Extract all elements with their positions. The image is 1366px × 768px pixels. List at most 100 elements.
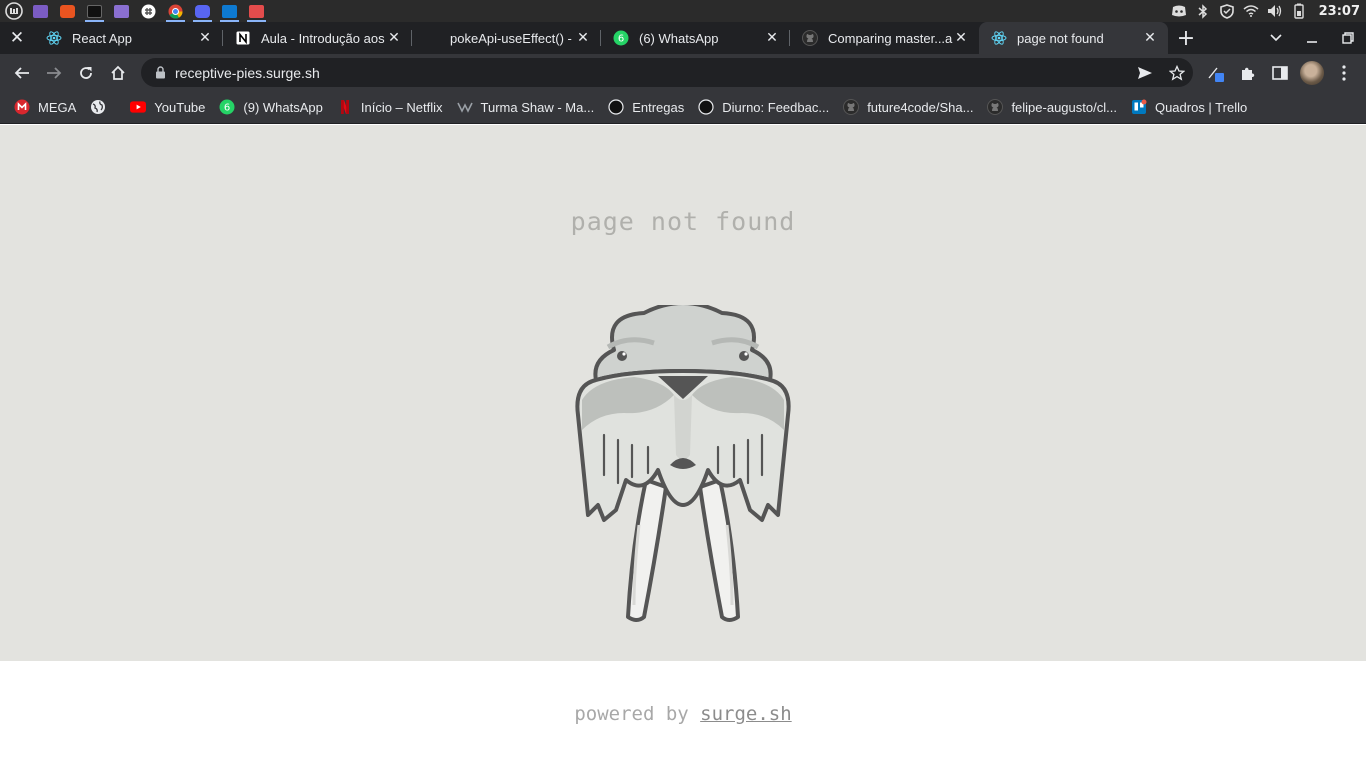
bookmark-label: Entregas <box>632 99 685 115</box>
home-button[interactable] <box>102 57 134 89</box>
tab-github-compare[interactable]: Comparing master...a ✕ <box>790 22 979 54</box>
globe-icon <box>90 99 106 115</box>
react-icon <box>46 30 62 46</box>
close-icon[interactable]: ✕ <box>0 22 34 54</box>
profile-avatar[interactable] <box>1296 57 1328 89</box>
tab-close-icon[interactable]: ✕ <box>1142 30 1158 46</box>
bookmark-felipe-augusto[interactable]: felipe-augusto/cl... <box>981 93 1123 121</box>
volume-icon[interactable] <box>1267 3 1283 19</box>
send-icon[interactable] <box>1129 58 1161 87</box>
tab-title: Comparing master...a <box>828 30 953 46</box>
bookmark-youtube[interactable]: YouTube <box>124 93 211 121</box>
window-controls <box>1258 22 1366 54</box>
circle-icon <box>608 99 624 115</box>
extension-icon[interactable] <box>1200 57 1232 89</box>
extensions-puzzle-icon[interactable] <box>1232 57 1264 89</box>
trello-icon <box>1131 99 1147 115</box>
restore-icon[interactable] <box>1330 22 1366 54</box>
system-tray: 23:07 <box>1171 0 1360 22</box>
toolbar-actions <box>1200 54 1360 91</box>
svg-text:6: 6 <box>224 103 230 114</box>
gaming-icon[interactable] <box>243 0 270 22</box>
walrus-illustration <box>575 305 791 622</box>
discord-icon[interactable] <box>189 0 216 22</box>
tab-title: (6) WhatsApp <box>639 30 719 46</box>
page-footer: powered by surge.sh <box>0 661 1366 768</box>
bookmark-label: Diurno: Feedbac... <box>722 99 830 115</box>
bookmark-label: Turma Shaw - Ma... <box>480 99 595 115</box>
netflix-icon <box>337 99 353 115</box>
wifi-icon[interactable] <box>1243 3 1259 19</box>
os-top-panel: 23:07 <box>0 0 1366 22</box>
tab-close-icon[interactable]: ✕ <box>386 30 402 46</box>
folder-icon[interactable] <box>108 0 135 22</box>
page-title: page not found <box>570 207 796 236</box>
back-button[interactable] <box>6 57 38 89</box>
files-icon[interactable] <box>27 0 54 22</box>
bookmarks-bar: MEGA YouTube 6 (9) WhatsApp Início – Net… <box>0 91 1366 124</box>
web-page: page not found powered by surge.sh <box>0 125 1366 768</box>
tab-notion-aula[interactable]: Aula - Introdução aos ✕ <box>223 22 412 54</box>
shield-icon[interactable] <box>1219 3 1235 19</box>
tab-react-app[interactable]: React App ✕ <box>34 22 223 54</box>
bookmark-label: Início – Netflix <box>360 99 443 115</box>
bookmark-label: future4code/Sha... <box>867 99 974 115</box>
clock[interactable]: 23:07 <box>1319 4 1360 19</box>
tab-close-icon[interactable]: ✕ <box>197 30 213 46</box>
tab-close-icon[interactable]: ✕ <box>575 30 591 46</box>
labenu-icon <box>456 99 473 115</box>
tab-title: page not found <box>1017 30 1104 46</box>
tab-page-not-found[interactable]: page not found ✕ <box>979 22 1168 54</box>
tab-strip: ✕ React App ✕ Aula - Introdução aos ✕ po… <box>0 22 1366 54</box>
new-tab-button[interactable]: + <box>1168 22 1204 54</box>
chrome-icon[interactable] <box>162 0 189 22</box>
lock-icon[interactable] <box>153 66 167 80</box>
powered-by-text: powered by surge.sh <box>0 703 1366 725</box>
forward-button[interactable] <box>38 57 70 89</box>
tab-close-icon[interactable]: ✕ <box>764 30 780 46</box>
tab-close-icon[interactable]: ✕ <box>953 30 969 46</box>
terminal-icon[interactable] <box>81 0 108 22</box>
bookmark-globe[interactable] <box>84 93 122 121</box>
bookmark-entregas[interactable]: Entregas <box>602 93 690 121</box>
svg-text:6: 6 <box>618 34 624 45</box>
surge-link[interactable]: surge.sh <box>700 703 792 725</box>
tab-title: pokeApi-useEffect() - <box>450 30 572 46</box>
github-icon <box>802 30 818 46</box>
tab-pokeapi[interactable]: pokeApi-useEffect() - ✕ <box>412 22 601 54</box>
circle-icon <box>698 99 714 115</box>
bookmark-star-icon[interactable] <box>1161 58 1193 87</box>
bookmark-whatsapp[interactable]: 6 (9) WhatsApp <box>213 93 328 121</box>
notion-icon <box>235 30 251 46</box>
tab-whatsapp[interactable]: 6 (6) WhatsApp ✕ <box>601 22 790 54</box>
address-bar[interactable]: receptive-pies.surge.sh <box>141 58 1193 87</box>
browser-toolbar: receptive-pies.surge.sh <box>0 54 1366 91</box>
slack-icon[interactable] <box>135 0 162 22</box>
battery-icon[interactable] <box>1291 3 1307 19</box>
reload-button[interactable] <box>70 57 102 89</box>
bookmark-turma-shaw[interactable]: Turma Shaw - Ma... <box>451 93 601 121</box>
github-icon <box>843 99 860 115</box>
mega-icon <box>14 99 30 115</box>
powered-by-label: powered by <box>574 703 701 725</box>
minimize-icon[interactable] <box>1294 22 1330 54</box>
bookmark-diurno-feedback[interactable]: Diurno: Feedbac... <box>692 93 835 121</box>
bookmark-label: MEGA <box>38 99 77 115</box>
bookmark-label: Quadros | Trello <box>1154 99 1248 115</box>
react-icon <box>991 30 1007 46</box>
bluetooth-icon[interactable] <box>1195 3 1211 19</box>
vscode-icon[interactable] <box>216 0 243 22</box>
tab-search-icon[interactable] <box>1258 22 1294 54</box>
bookmark-future4code[interactable]: future4code/Sha... <box>837 93 979 121</box>
more-menu-icon[interactable] <box>1328 57 1360 89</box>
not-found-panel: page not found <box>0 125 1366 661</box>
side-panel-icon[interactable] <box>1264 57 1296 89</box>
ubuntu-software-icon[interactable] <box>54 0 81 22</box>
mint-menu-icon[interactable] <box>0 0 27 22</box>
discord-tray-icon[interactable] <box>1171 3 1187 19</box>
bookmark-trello[interactable]: Quadros | Trello <box>1125 93 1253 121</box>
bookmark-label: (9) WhatsApp <box>243 99 323 115</box>
bookmark-netflix[interactable]: Início – Netflix <box>331 93 449 121</box>
url-text[interactable]: receptive-pies.surge.sh <box>175 65 1129 81</box>
bookmark-mega[interactable]: MEGA <box>8 93 82 121</box>
